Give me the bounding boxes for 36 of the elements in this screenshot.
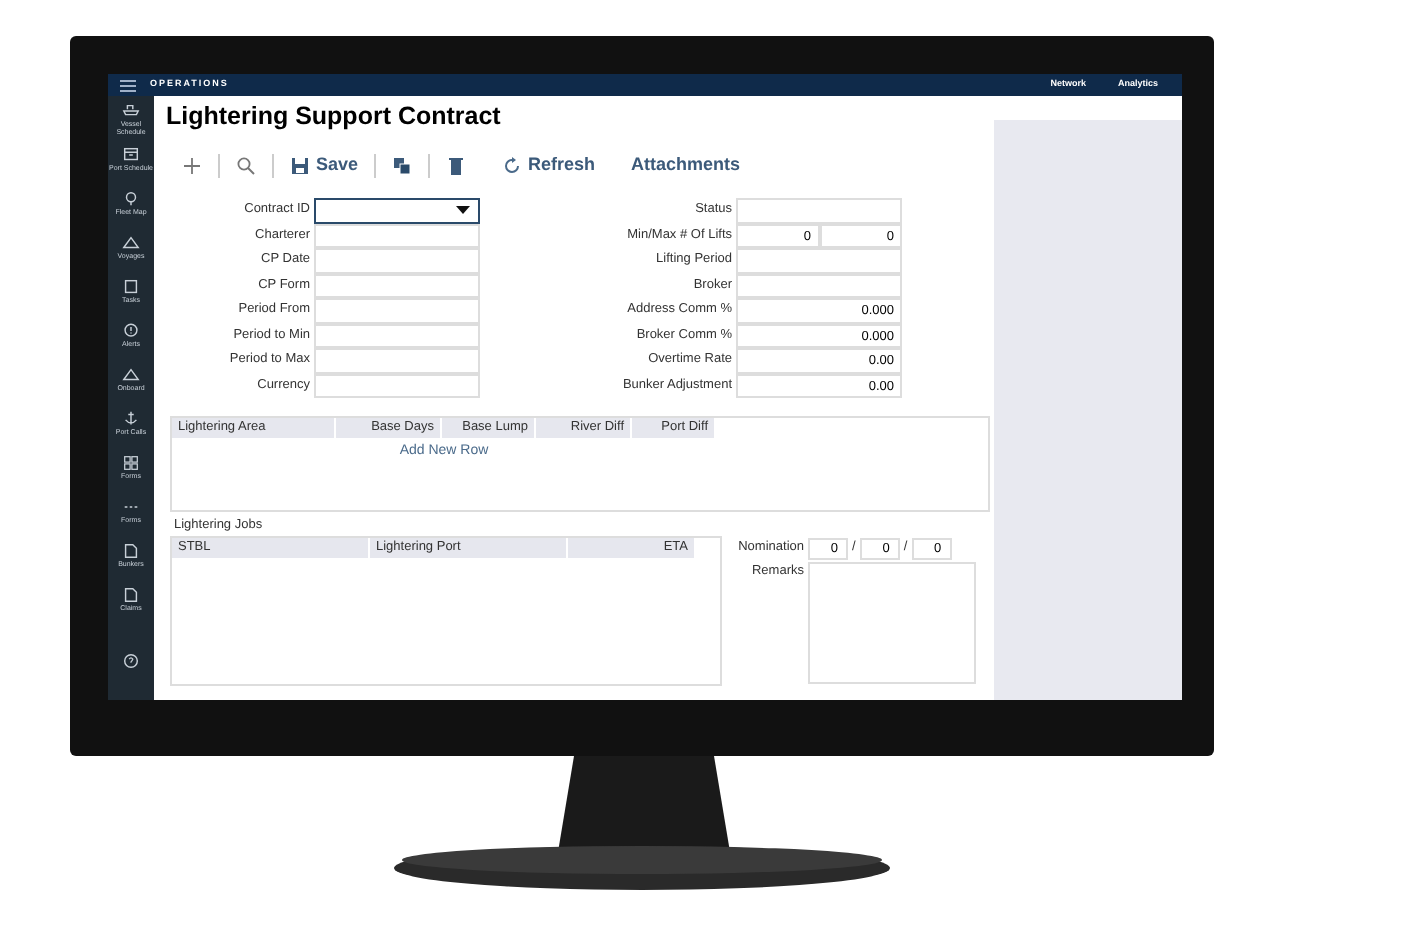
document-icon[interactable] [122, 586, 140, 604]
input-field[interactable] [314, 273, 480, 298]
plus-icon[interactable] [182, 156, 202, 176]
ship-icon[interactable] [122, 102, 140, 120]
input-field[interactable] [736, 198, 902, 223]
document-icon[interactable] [122, 542, 140, 560]
calendar-icon[interactable] [122, 146, 140, 164]
triangle-icon[interactable] [122, 366, 140, 384]
refresh-button[interactable]: Refresh [502, 152, 596, 180]
input-field[interactable] [314, 298, 480, 323]
caret-icon [456, 206, 470, 215]
input-field[interactable] [314, 323, 480, 348]
triangle-icon[interactable] [122, 234, 140, 252]
attachments-tab[interactable]: Attachments [631, 152, 741, 180]
contract-id-dropdown[interactable] [314, 198, 480, 223]
grid-icon[interactable] [122, 454, 140, 472]
input-field[interactable] [314, 248, 480, 273]
input-field[interactable] [314, 373, 480, 398]
anchor-icon[interactable] [122, 410, 140, 428]
square-icon[interactable] [122, 278, 140, 296]
input-field[interactable] [314, 348, 480, 373]
help-icon[interactable] [122, 652, 140, 670]
alert-icon[interactable] [122, 322, 140, 340]
input-field[interactable] [736, 273, 902, 298]
menu-icon[interactable] [120, 79, 136, 91]
input-field[interactable] [736, 248, 902, 273]
save-button[interactable]: Save [290, 152, 359, 180]
save-icon [290, 156, 310, 176]
remarks-field[interactable] [808, 561, 976, 684]
input-field[interactable] [314, 223, 480, 248]
copy-icon[interactable] [392, 156, 413, 176]
page-title: Lightering Support Contract [166, 100, 503, 132]
trash-icon[interactable] [446, 156, 467, 176]
pin-icon[interactable] [122, 190, 140, 208]
search-icon[interactable] [236, 156, 256, 176]
refresh-icon [502, 156, 523, 176]
